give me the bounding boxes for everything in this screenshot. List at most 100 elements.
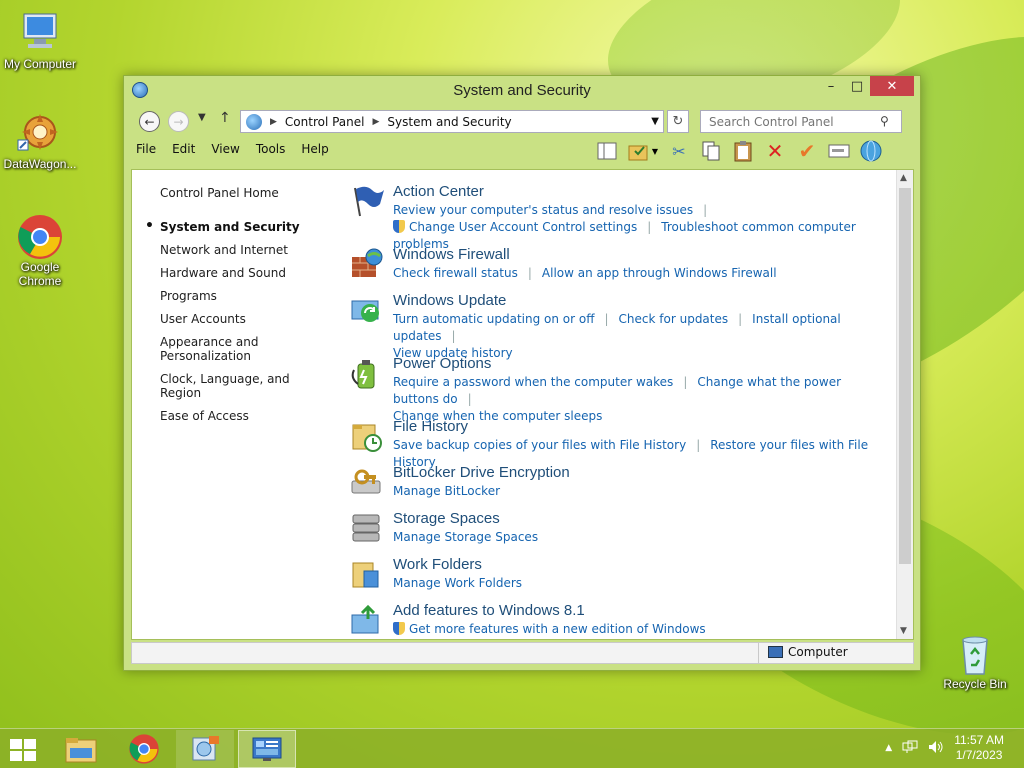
- preview-pane-button[interactable]: [594, 138, 620, 164]
- category-title[interactable]: Windows Update: [393, 291, 890, 311]
- network-icon[interactable]: [902, 740, 918, 757]
- start-button[interactable]: [10, 739, 38, 761]
- category-title[interactable]: Action Center: [393, 182, 890, 202]
- copy-button[interactable]: [698, 138, 724, 164]
- minimize-button[interactable]: –: [818, 76, 844, 96]
- link-divider: |: [703, 203, 708, 217]
- link-require-password[interactable]: Require a password when the computer wak…: [393, 375, 673, 389]
- properties-button[interactable]: ✔: [794, 138, 820, 164]
- volume-icon[interactable]: [928, 740, 944, 757]
- category-list: Action Center Review your computer's sta…: [350, 182, 890, 639]
- taskbar-file-explorer[interactable]: [52, 730, 110, 768]
- search-icon[interactable]: ⚲: [880, 114, 889, 128]
- category-bitlocker: BitLocker Drive Encryption Manage BitLoc…: [350, 463, 890, 509]
- taskbar-control-panel[interactable]: [238, 730, 296, 768]
- clock-time: 11:57 AM: [954, 733, 1004, 747]
- add-features-icon[interactable]: [350, 603, 384, 637]
- title-bar[interactable]: System and Security – □ ✕: [124, 76, 920, 104]
- paste-button[interactable]: [730, 138, 756, 164]
- nav-programs[interactable]: Programs: [160, 289, 330, 303]
- firewall-icon[interactable]: [350, 247, 384, 281]
- nav-network-and-internet[interactable]: Network and Internet: [160, 243, 330, 257]
- nav-appearance-and-personalization[interactable]: Appearance and Personalization: [160, 335, 270, 363]
- search-input[interactable]: [700, 110, 902, 133]
- scroll-up-icon[interactable]: ▲: [900, 173, 907, 183]
- link-get-more-features[interactable]: Get more features with a new edition of …: [409, 622, 706, 636]
- cut-button[interactable]: ✂: [666, 138, 692, 164]
- file-history-icon[interactable]: [350, 419, 384, 453]
- category-windows-firewall: Windows Firewall Check firewall status | A…: [350, 245, 890, 291]
- nav-system-and-security[interactable]: System and Security: [145, 219, 330, 234]
- link-manage-work-folders[interactable]: Manage Work Folders: [393, 576, 522, 590]
- work-folders-icon[interactable]: [350, 557, 384, 591]
- category-title[interactable]: Work Folders: [393, 555, 890, 575]
- category-title[interactable]: File History: [393, 417, 890, 437]
- control-panel-window: System and Security – □ ✕ ← → ▼ ↑ ▶ Cont…: [123, 75, 921, 671]
- address-dropdown-icon[interactable]: ▼: [651, 116, 659, 127]
- desktop-icon-my-computer[interactable]: My Computer: [0, 10, 80, 71]
- menu-tools[interactable]: Tools: [256, 142, 286, 156]
- taskbar-google-chrome[interactable]: [115, 730, 173, 768]
- nav-hardware-and-sound[interactable]: Hardware and Sound: [160, 266, 330, 280]
- vertical-scrollbar[interactable]: ▲ ▼: [896, 170, 913, 639]
- scroll-down-icon[interactable]: ▼: [900, 626, 907, 636]
- link-automatic-updating[interactable]: Turn automatic updating on or off: [393, 312, 595, 326]
- update-icon[interactable]: [350, 293, 384, 327]
- link-manage-storage-spaces[interactable]: Manage Storage Spaces: [393, 530, 538, 544]
- clock[interactable]: 11:57 AM 1/7/2023: [954, 733, 1004, 763]
- recent-locations-button[interactable]: ▼: [198, 112, 206, 123]
- category-title[interactable]: Windows Firewall: [393, 245, 890, 265]
- link-check-firewall[interactable]: Check firewall status: [393, 266, 518, 280]
- category-title[interactable]: BitLocker Drive Encryption: [393, 463, 890, 483]
- organize-button[interactable]: ▼: [626, 138, 660, 164]
- bitlocker-icon[interactable]: [350, 465, 384, 499]
- category-storage-spaces: Storage Spaces Manage Storage Spaces: [350, 509, 890, 555]
- nav-control-panel-home[interactable]: Control Panel Home: [160, 186, 330, 200]
- category-title[interactable]: Power Options: [393, 354, 890, 374]
- power-icon[interactable]: [350, 356, 384, 390]
- taskbar-media-app[interactable]: [176, 730, 234, 768]
- globe-icon: [860, 140, 882, 162]
- back-button[interactable]: ←: [139, 111, 160, 132]
- category-title[interactable]: Storage Spaces: [393, 509, 890, 529]
- show-hidden-icons-button[interactable]: ▲: [885, 743, 892, 753]
- storage-icon[interactable]: [350, 511, 384, 545]
- menu-bar: File Edit View Tools Help: [136, 142, 329, 156]
- link-check-updates[interactable]: Check for updates: [619, 312, 729, 326]
- link-save-backup[interactable]: Save backup copies of your files with Fi…: [393, 438, 686, 452]
- delete-button[interactable]: ✕: [762, 138, 788, 164]
- flag-icon[interactable]: [350, 184, 384, 218]
- scrollbar-thumb[interactable]: [899, 188, 911, 564]
- breadcrumb-system-and-security[interactable]: System and Security: [387, 115, 511, 129]
- maximize-button[interactable]: □: [844, 76, 870, 96]
- computer-icon: [768, 646, 783, 658]
- link-review-status[interactable]: Review your computer's status and resolv…: [393, 203, 693, 217]
- address-bar[interactable]: ▶ Control Panel ▶ System and Security ▼: [240, 110, 664, 133]
- category-work-folders: Work Folders Manage Work Folders: [350, 555, 890, 601]
- clipboard-icon: [734, 141, 752, 162]
- close-button[interactable]: ✕: [870, 76, 914, 96]
- link-change-uac[interactable]: Change User Account Control settings: [409, 220, 637, 234]
- delete-x-icon: ✕: [766, 139, 784, 163]
- menu-view[interactable]: View: [211, 142, 239, 156]
- nav-ease-of-access[interactable]: Ease of Access: [160, 409, 330, 423]
- link-manage-bitlocker[interactable]: Manage BitLocker: [393, 484, 500, 498]
- nav-user-accounts[interactable]: User Accounts: [160, 312, 330, 326]
- forward-button[interactable]: →: [168, 111, 189, 132]
- up-button[interactable]: ↑: [219, 110, 231, 126]
- desktop-icon-recycle-bin[interactable]: Recycle Bin: [935, 630, 1015, 691]
- category-title[interactable]: Add features to Windows 8.1: [393, 601, 890, 621]
- nav-clock-language-region[interactable]: Clock, Language, and Region: [160, 372, 330, 400]
- desktop-icon-google-chrome[interactable]: Google Chrome: [0, 213, 80, 288]
- menu-edit[interactable]: Edit: [172, 142, 195, 156]
- copy-icon: [702, 141, 720, 161]
- refresh-button[interactable]: ↻: [667, 110, 689, 133]
- link-allow-app[interactable]: Allow an app through Windows Firewall: [542, 266, 777, 280]
- control-panel-shortcut-button[interactable]: [858, 138, 884, 164]
- rename-button[interactable]: [826, 138, 852, 164]
- rename-icon: [828, 144, 850, 158]
- menu-file[interactable]: File: [136, 142, 156, 156]
- desktop-icon-datawagon[interactable]: DataWagon...: [0, 110, 80, 171]
- breadcrumb-control-panel[interactable]: Control Panel: [285, 115, 365, 129]
- menu-help[interactable]: Help: [301, 142, 328, 156]
